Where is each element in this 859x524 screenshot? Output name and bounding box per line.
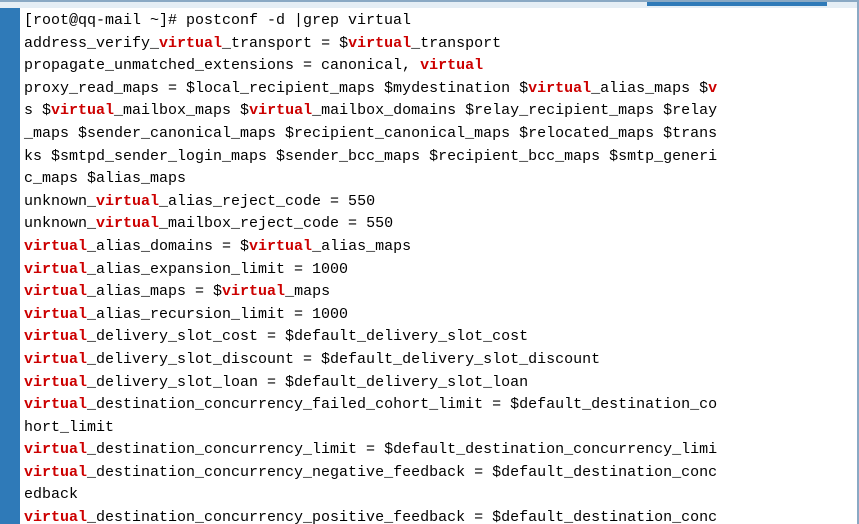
- output-text: _transport: [411, 35, 501, 52]
- titlebar-accent: [647, 2, 827, 6]
- grep-match: virtual: [528, 80, 591, 97]
- output-line: unknown_virtual_alias_reject_code = 550: [24, 191, 853, 214]
- output-line: unknown_virtual_mailbox_reject_code = 55…: [24, 213, 853, 236]
- output-text: _delivery_slot_discount = $default_deliv…: [87, 351, 600, 368]
- output-text: unknown_: [24, 193, 96, 210]
- output-text: propagate_unmatched_extensions = canonic…: [24, 57, 420, 74]
- terminal-window: [root@qq-mail ~]# postconf -d |grep virt…: [0, 0, 859, 524]
- output-text: _alias_expansion_limit = 1000: [87, 261, 348, 278]
- grep-match: virtual: [159, 35, 222, 52]
- output-text: _alias_maps: [312, 238, 411, 255]
- output-line: virtual_alias_expansion_limit = 1000: [24, 259, 853, 282]
- grep-match: virtual: [96, 193, 159, 210]
- grep-match: virtual: [24, 283, 87, 300]
- output-text: unknown_: [24, 215, 96, 232]
- grep-match: virtual: [249, 102, 312, 119]
- grep-match: virtual: [24, 306, 87, 323]
- output-text: _alias_recursion_limit = 1000: [87, 306, 348, 323]
- output-line: proxy_read_maps = $local_recipient_maps …: [24, 78, 853, 101]
- output-line: virtual_alias_recursion_limit = 1000: [24, 304, 853, 327]
- output-line: virtual_delivery_slot_discount = $defaul…: [24, 349, 853, 372]
- output-line: address_verify_virtual_transport = $virt…: [24, 33, 853, 56]
- output-line: virtual_alias_domains = $virtual_alias_m…: [24, 236, 853, 259]
- grep-match: virtual: [348, 35, 411, 52]
- output-text: ks $smtpd_sender_login_maps $sender_bcc_…: [24, 148, 717, 165]
- output-text: _delivery_slot_loan = $default_delivery_…: [87, 374, 528, 391]
- grep-match: virtual: [222, 283, 285, 300]
- output-line: virtual_destination_concurrency_limit = …: [24, 439, 853, 462]
- grep-match: virtual: [24, 464, 87, 481]
- grep-match: virtual: [420, 57, 483, 74]
- output-line: _maps $sender_canonical_maps $recipient_…: [24, 123, 853, 146]
- output-text: address_verify_: [24, 35, 159, 52]
- grep-match: virtual: [24, 351, 87, 368]
- grep-match: virtual: [24, 396, 87, 413]
- output-text: _alias_domains = $: [87, 238, 249, 255]
- output-line: s $virtual_mailbox_maps $virtual_mailbox…: [24, 100, 853, 123]
- output-text: _alias_maps $: [591, 80, 708, 97]
- output-text: proxy_read_maps = $local_recipient_maps …: [24, 80, 528, 97]
- grep-match: virtual: [96, 215, 159, 232]
- window-left-border: [0, 8, 20, 524]
- output-line: edback: [24, 484, 853, 507]
- output-text: hort_limit: [24, 419, 114, 436]
- grep-match: v: [708, 80, 717, 97]
- output-line: virtual_alias_maps = $virtual_maps: [24, 281, 853, 304]
- terminal-output[interactable]: [root@qq-mail ~]# postconf -d |grep virt…: [20, 8, 857, 524]
- output-text: _alias_maps = $: [87, 283, 222, 300]
- output-text: _maps $sender_canonical_maps $recipient_…: [24, 125, 717, 142]
- output-line: virtual_destination_concurrency_failed_c…: [24, 394, 853, 417]
- output-line: virtual_destination_concurrency_positive…: [24, 507, 853, 524]
- output-text: _destination_concurrency_negative_feedba…: [87, 464, 717, 481]
- output-text: s $: [24, 102, 51, 119]
- output-line: virtual_destination_concurrency_negative…: [24, 462, 853, 485]
- output-text: _destination_concurrency_failed_cohort_l…: [87, 396, 717, 413]
- output-line: hort_limit: [24, 417, 853, 440]
- grep-match: virtual: [24, 374, 87, 391]
- output-text: _transport = $: [222, 35, 348, 52]
- output-line: ks $smtpd_sender_login_maps $sender_bcc_…: [24, 146, 853, 169]
- output-line: c_maps $alias_maps: [24, 168, 853, 191]
- output-text: _mailbox_domains $relay_recipient_maps $…: [312, 102, 717, 119]
- output-line: virtual_delivery_slot_loan = $default_de…: [24, 372, 853, 395]
- output-text: c_maps $alias_maps: [24, 170, 186, 187]
- grep-match: virtual: [249, 238, 312, 255]
- grep-match: virtual: [51, 102, 114, 119]
- output-line: propagate_unmatched_extensions = canonic…: [24, 55, 853, 78]
- output-text: _alias_reject_code = 550: [159, 193, 375, 210]
- grep-match: virtual: [24, 328, 87, 345]
- grep-match: virtual: [24, 261, 87, 278]
- grep-match: virtual: [24, 441, 87, 458]
- output-text: _mailbox_maps $: [114, 102, 249, 119]
- output-line: virtual_delivery_slot_cost = $default_de…: [24, 326, 853, 349]
- output-text: _delivery_slot_cost = $default_delivery_…: [87, 328, 528, 345]
- grep-match: virtual: [24, 238, 87, 255]
- output-text: _mailbox_reject_code = 550: [159, 215, 393, 232]
- output-text: _maps: [285, 283, 330, 300]
- output-text: edback: [24, 486, 78, 503]
- shell-prompt-line: [root@qq-mail ~]# postconf -d |grep virt…: [24, 10, 853, 33]
- output-text: _destination_concurrency_positive_feedba…: [87, 509, 717, 524]
- output-text: _destination_concurrency_limit = $defaul…: [87, 441, 717, 458]
- grep-match: virtual: [24, 509, 87, 524]
